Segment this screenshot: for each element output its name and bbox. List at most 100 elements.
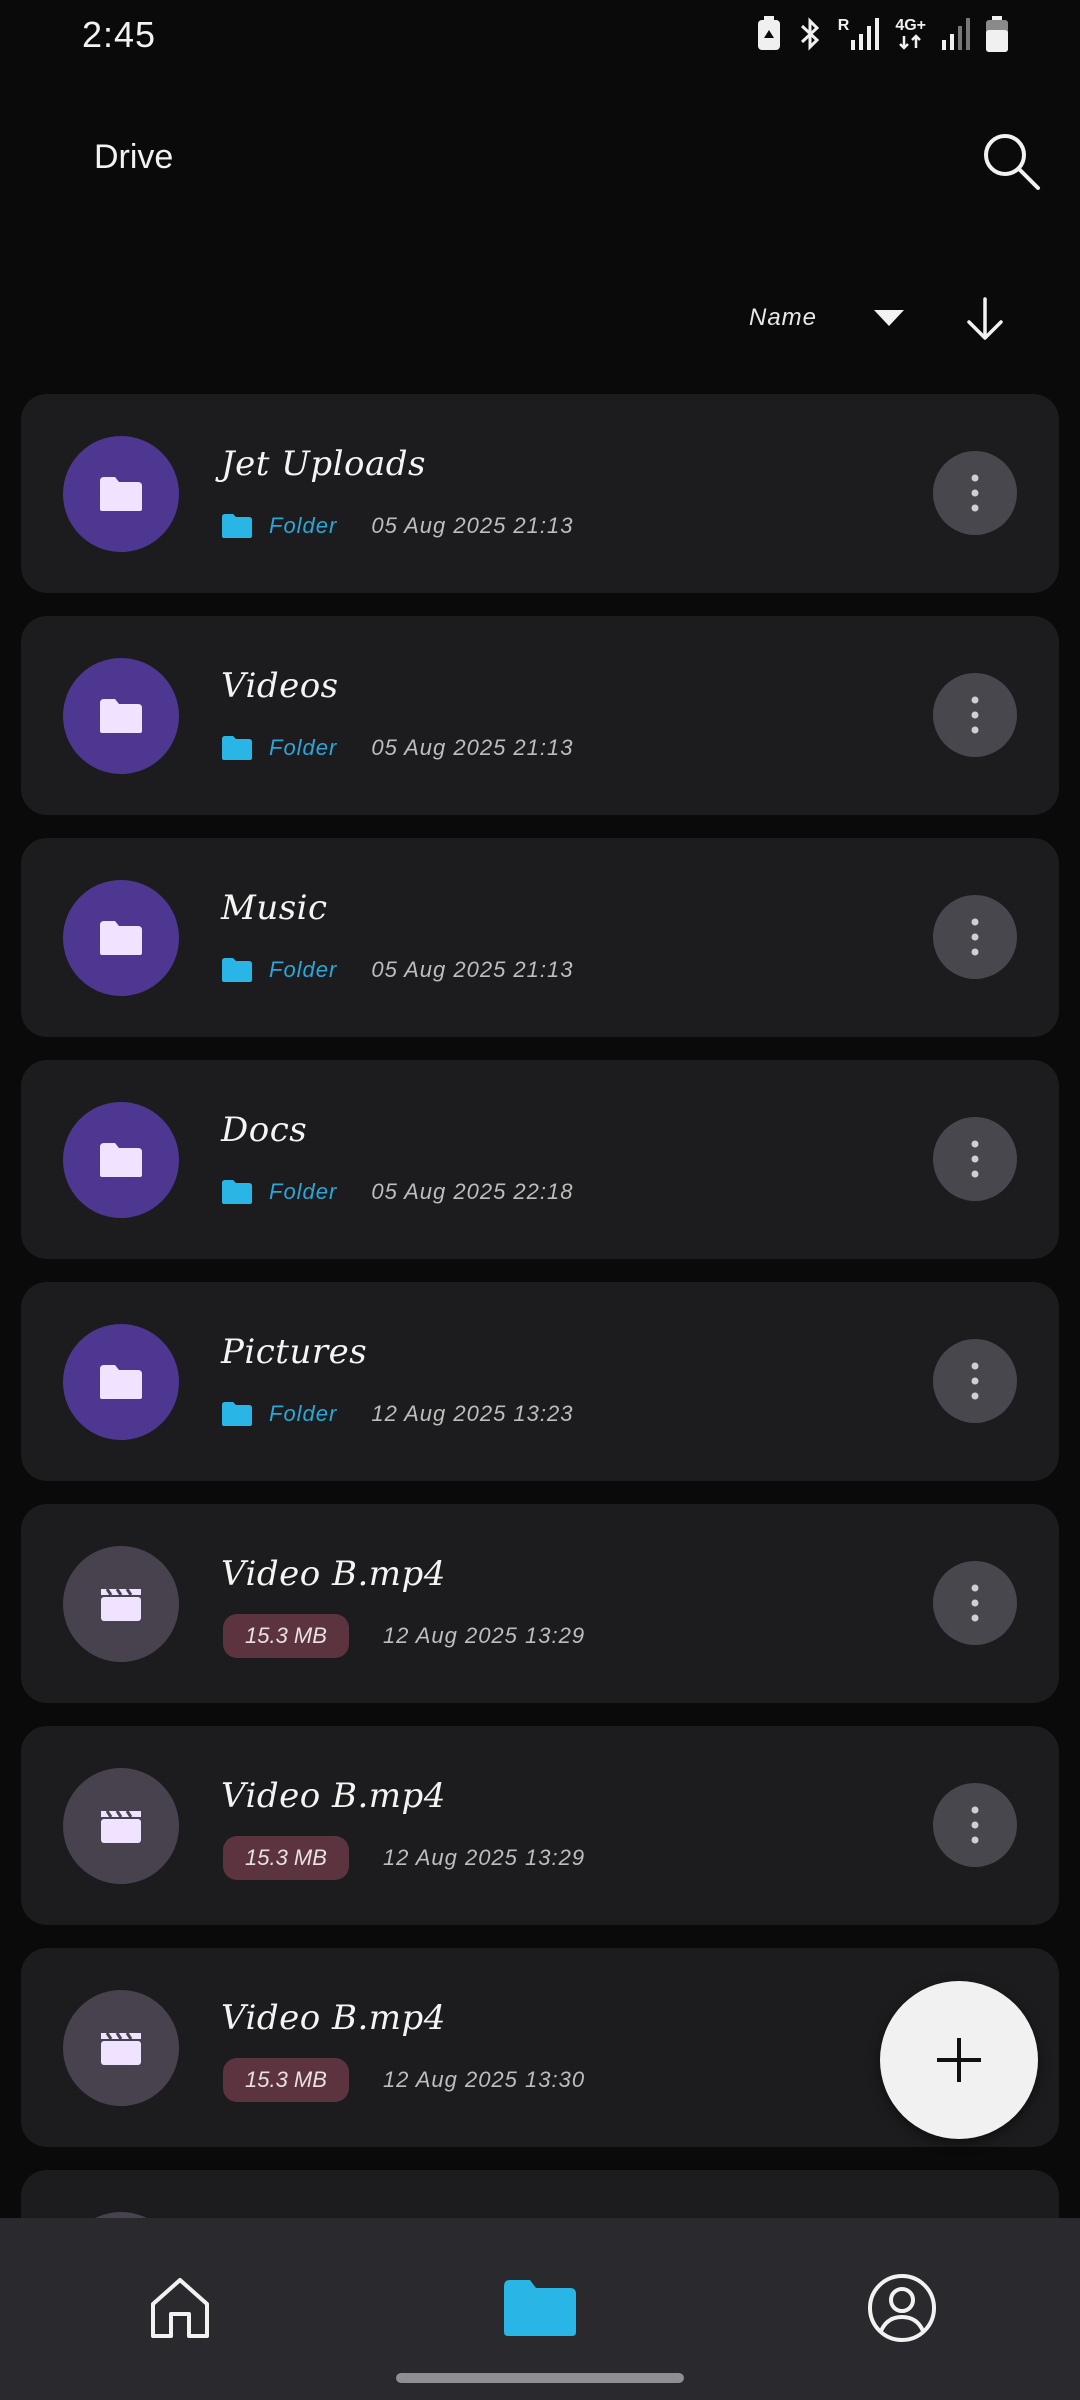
- item-name: Pictures: [221, 1332, 368, 1372]
- nav-files[interactable]: [500, 2268, 580, 2348]
- item-meta: Folder 05 Aug 2025 21:13: [221, 504, 574, 548]
- folder-thumbnail: [63, 880, 179, 996]
- more-options-button[interactable]: [933, 451, 1017, 535]
- folder-icon: [100, 1143, 142, 1177]
- video-clapper-icon: [101, 1588, 141, 1621]
- more-options-button[interactable]: [933, 895, 1017, 979]
- folder-small-icon: [222, 1180, 252, 1204]
- sort-bar: Name: [0, 284, 1080, 354]
- folder-item[interactable]: Pictures Folder 12 Aug 2025 13:23: [21, 1282, 1059, 1481]
- more-options-button[interactable]: [933, 1783, 1017, 1867]
- folder-thumbnail: [63, 1324, 179, 1440]
- arrow-down-icon: [967, 297, 1003, 340]
- item-name: Jet Uploads: [221, 444, 426, 484]
- item-meta: Folder 05 Aug 2025 22:18: [221, 1170, 574, 1214]
- folder-small-icon: [222, 514, 252, 538]
- profile-icon: [868, 2274, 936, 2342]
- type-tag: Folder: [221, 957, 337, 983]
- folder-item[interactable]: Music Folder 05 Aug 2025 21:13: [21, 838, 1059, 1037]
- more-vertical-icon: [971, 474, 979, 512]
- item-meta: Folder 05 Aug 2025 21:13: [221, 726, 574, 770]
- more-options-button[interactable]: [933, 1561, 1017, 1645]
- more-options-button[interactable]: [933, 1117, 1017, 1201]
- type-label: Folder: [269, 735, 338, 760]
- type-tag: Folder: [221, 1401, 337, 1427]
- type-label: Folder: [269, 1401, 338, 1426]
- status-icons: R 4G+: [756, 16, 1008, 52]
- status-time: 2:45: [82, 14, 157, 55]
- modified-date: 05 Aug 2025 21:13: [371, 957, 574, 982]
- plus-icon: [937, 2038, 981, 2082]
- item-meta: 15.3 MB 12 Aug 2025 13:29: [221, 1614, 585, 1658]
- file-size-badge: 15.3 MB: [223, 1836, 349, 1880]
- page-title: Drive: [94, 138, 174, 176]
- search-icon: [984, 134, 1040, 190]
- video-thumbnail: [63, 1990, 179, 2106]
- network-label: 4G+: [895, 17, 926, 34]
- folder-small-icon: [222, 1402, 252, 1426]
- modified-date: 05 Aug 2025 21:13: [371, 735, 574, 760]
- type-label: Folder: [269, 957, 338, 982]
- type-label: Folder: [269, 1179, 338, 1204]
- sort-field-label[interactable]: Name: [749, 304, 817, 332]
- video-clapper-icon: [101, 2032, 141, 2065]
- network-4g-icon: 4G+: [895, 18, 926, 50]
- item-name: Videos: [221, 666, 339, 706]
- more-vertical-icon: [971, 1140, 979, 1178]
- file-item[interactable]: Video B.mp4 15.3 MB 12 Aug 2025 13:29: [21, 1726, 1059, 1925]
- folder-icon: [100, 921, 142, 955]
- more-vertical-icon: [971, 1362, 979, 1400]
- more-vertical-icon: [971, 1806, 979, 1844]
- modified-date: 12 Aug 2025 13:23: [371, 1401, 574, 1426]
- more-vertical-icon: [971, 918, 979, 956]
- signal-icon-2: [942, 18, 970, 50]
- item-name: Music: [221, 888, 328, 928]
- more-options-button[interactable]: [933, 1339, 1017, 1423]
- modified-date: 05 Aug 2025 22:18: [371, 1179, 574, 1204]
- item-name: Video B.mp4: [221, 1554, 446, 1594]
- more-vertical-icon: [971, 696, 979, 734]
- bluetooth-icon: [798, 16, 822, 52]
- type-tag: Folder: [221, 735, 337, 761]
- gesture-bar[interactable]: [396, 2373, 684, 2383]
- type-tag: Folder: [221, 513, 337, 539]
- item-meta: 15.3 MB 12 Aug 2025 13:30: [221, 2058, 585, 2102]
- item-meta: Folder 12 Aug 2025 13:23: [221, 1392, 574, 1436]
- caret-down-icon: [874, 310, 904, 326]
- roaming-label: R: [837, 17, 850, 34]
- modified-date: 05 Aug 2025 21:13: [371, 513, 574, 538]
- sort-dropdown-button[interactable]: [872, 308, 906, 333]
- folder-item[interactable]: Videos Folder 05 Aug 2025 21:13: [21, 616, 1059, 815]
- item-meta: Folder 05 Aug 2025 21:13: [221, 948, 574, 992]
- item-name: Video B.mp4: [221, 1776, 446, 1816]
- folder-item[interactable]: Docs Folder 05 Aug 2025 22:18: [21, 1060, 1059, 1259]
- nav-profile[interactable]: [862, 2268, 942, 2348]
- more-options-button[interactable]: [933, 673, 1017, 757]
- search-button[interactable]: [972, 122, 1050, 200]
- add-button[interactable]: [880, 1981, 1038, 2139]
- folder-icon: [100, 477, 142, 511]
- type-label: Folder: [269, 513, 338, 538]
- type-tag: Folder: [221, 1179, 337, 1205]
- file-size-badge: 15.3 MB: [223, 1614, 349, 1658]
- signal-icon-1: R: [838, 18, 880, 50]
- nav-home[interactable]: [140, 2268, 220, 2348]
- folder-icon: [100, 1365, 142, 1399]
- sort-direction-button[interactable]: [960, 294, 1010, 344]
- battery-icon: [986, 16, 1008, 52]
- more-vertical-icon: [971, 1584, 979, 1622]
- item-meta: 15.3 MB 12 Aug 2025 13:29: [221, 1836, 585, 1880]
- video-thumbnail: [63, 1546, 179, 1662]
- item-name: Docs: [221, 1110, 308, 1150]
- video-clapper-icon: [101, 1810, 141, 1843]
- file-item[interactable]: Video B.mp4 15.3 MB 12 Aug 2025 13:29: [21, 1504, 1059, 1703]
- folder-small-icon: [222, 736, 252, 760]
- folder-thumbnail: [63, 1102, 179, 1218]
- folder-item[interactable]: Jet Uploads Folder 05 Aug 2025 21:13: [21, 394, 1059, 593]
- home-icon: [151, 2278, 209, 2338]
- status-bar: 2:45 R 4G+: [0, 0, 1080, 80]
- folder-thumbnail: [63, 658, 179, 774]
- folder-icon: [100, 699, 142, 733]
- folder-icon: [504, 2280, 576, 2336]
- item-name: Video B.mp4: [221, 1998, 446, 2038]
